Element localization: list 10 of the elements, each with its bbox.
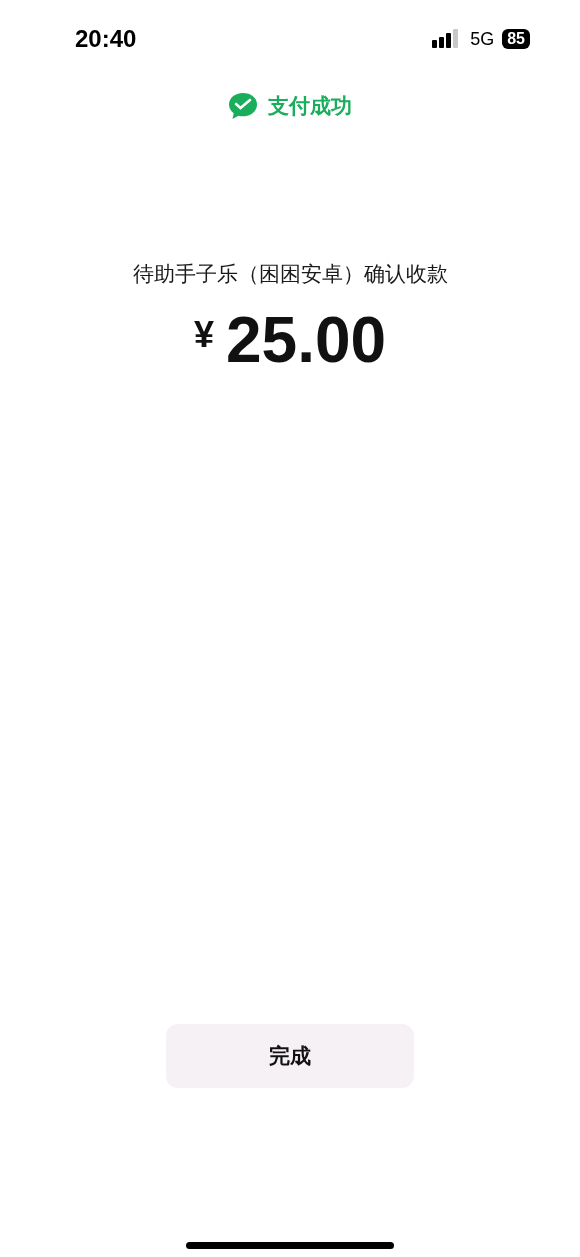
status-time: 20:40 — [75, 25, 137, 53]
payee-text: 待助手子乐（困困安卓）确认收款 — [132, 261, 448, 288]
payment-status-title: 支付成功 — [268, 93, 352, 120]
payment-amount: 25.00 — [225, 308, 387, 372]
home-indicator[interactable] — [186, 1242, 394, 1249]
battery-level: 85 — [502, 29, 530, 49]
network-label: 5G — [470, 28, 495, 50]
chat-check-icon — [228, 92, 258, 120]
done-button[interactable]: 完成 — [166, 1024, 414, 1088]
currency-symbol: ¥ — [193, 314, 214, 356]
